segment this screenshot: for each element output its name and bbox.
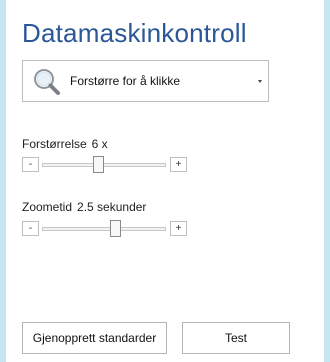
magnification-decrease-button[interactable]: - <box>22 157 39 172</box>
settings-panel: Datamaskinkontroll Forstørre for å klikk… <box>6 0 324 362</box>
zoom-time-decrease-button[interactable]: - <box>22 221 39 236</box>
magnification-slider-thumb[interactable] <box>92 156 104 173</box>
magnification-value: 6 x <box>91 137 108 151</box>
mode-dropdown-value: Forstørre for å klikke <box>70 74 181 88</box>
zoom-time-value: 2.5 sekunder <box>77 200 147 214</box>
chevron-down-icon <box>258 80 262 83</box>
zoom-time-label: Zoometid 2.5 sekunder <box>22 200 146 214</box>
mode-dropdown[interactable]: Forstørre for å klikke <box>22 60 269 102</box>
zoom-time-label-text: Zoometid <box>22 200 73 214</box>
zoom-time-slider-track[interactable] <box>42 227 166 231</box>
test-button[interactable]: Test <box>182 322 290 354</box>
magnifier-icon <box>34 69 60 95</box>
zoom-time-slider-thumb[interactable] <box>109 220 121 237</box>
magnification-label-text: Forstørrelse <box>22 137 87 151</box>
magnification-increase-button[interactable]: + <box>170 157 187 172</box>
page-title: Datamaskinkontroll <box>22 18 247 48</box>
magnification-slider-track[interactable] <box>42 163 166 167</box>
magnification-label: Forstørrelse 6 x <box>22 137 108 151</box>
reset-defaults-button[interactable]: Gjenopprett standarder <box>22 322 167 354</box>
zoom-time-increase-button[interactable]: + <box>170 221 187 236</box>
